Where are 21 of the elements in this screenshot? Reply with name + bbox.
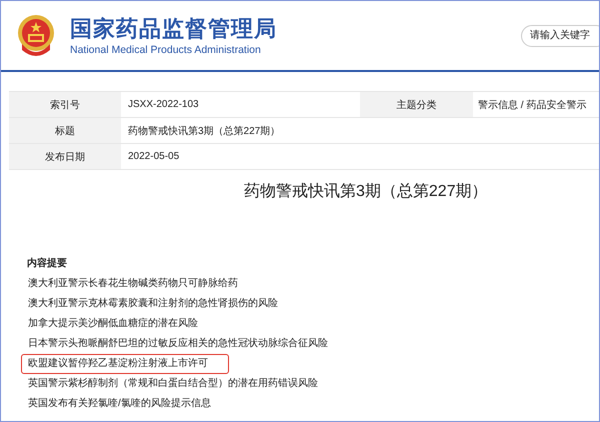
summary-item: 英国警示紫杉醇制剂（常规和白蛋白结合型）的潜在用药错误风险 — [27, 376, 319, 391]
summary-item: 日本警示头孢哌酮舒巴坦的过敏反应相关的急性冠状动脉综合征风险 — [27, 336, 329, 351]
summary-item: 欧盟建议暂停羟乙基淀粉注射液上市许可 — [21, 354, 229, 374]
search-field[interactable]: 请输入关键字 — [521, 24, 599, 46]
field-value: 药物警戒快讯第3期（总第227期） — [127, 124, 282, 138]
field-value: 2022-05-05 — [127, 150, 180, 164]
field-label: 主题分类 — [360, 92, 473, 117]
summary-item: 澳大利亚警示长春花生物碱类药物只可静脉给药 — [27, 276, 239, 291]
field-value: JSXX-2022-103 — [127, 98, 200, 112]
field-label: 发布日期 — [9, 144, 121, 169]
summary-item: 澳大利亚警示克林霉素胶囊和注射剂的急性肾损伤的风险 — [27, 296, 279, 311]
summary-item: 加拿大提示美沙酮低血糖症的潜在风险 — [27, 316, 199, 331]
emblem-icon — [16, 12, 56, 58]
field-value: 警示信息 / 药品安全警示 — [477, 98, 588, 112]
site-subtitle: National Medical Products Administration — [70, 42, 262, 56]
summary-heading: 内容提要 — [27, 256, 67, 271]
field-label: 标题 — [9, 118, 121, 143]
site-title: 国家药品监督管理局 — [70, 14, 277, 42]
summary-item: 英国发布有关羟氯喹/氯喹的风险提示信息 — [27, 396, 212, 411]
article-title: 药物警戒快讯第3期（总第227期） — [244, 182, 489, 202]
field-label: 索引号 — [9, 92, 121, 117]
